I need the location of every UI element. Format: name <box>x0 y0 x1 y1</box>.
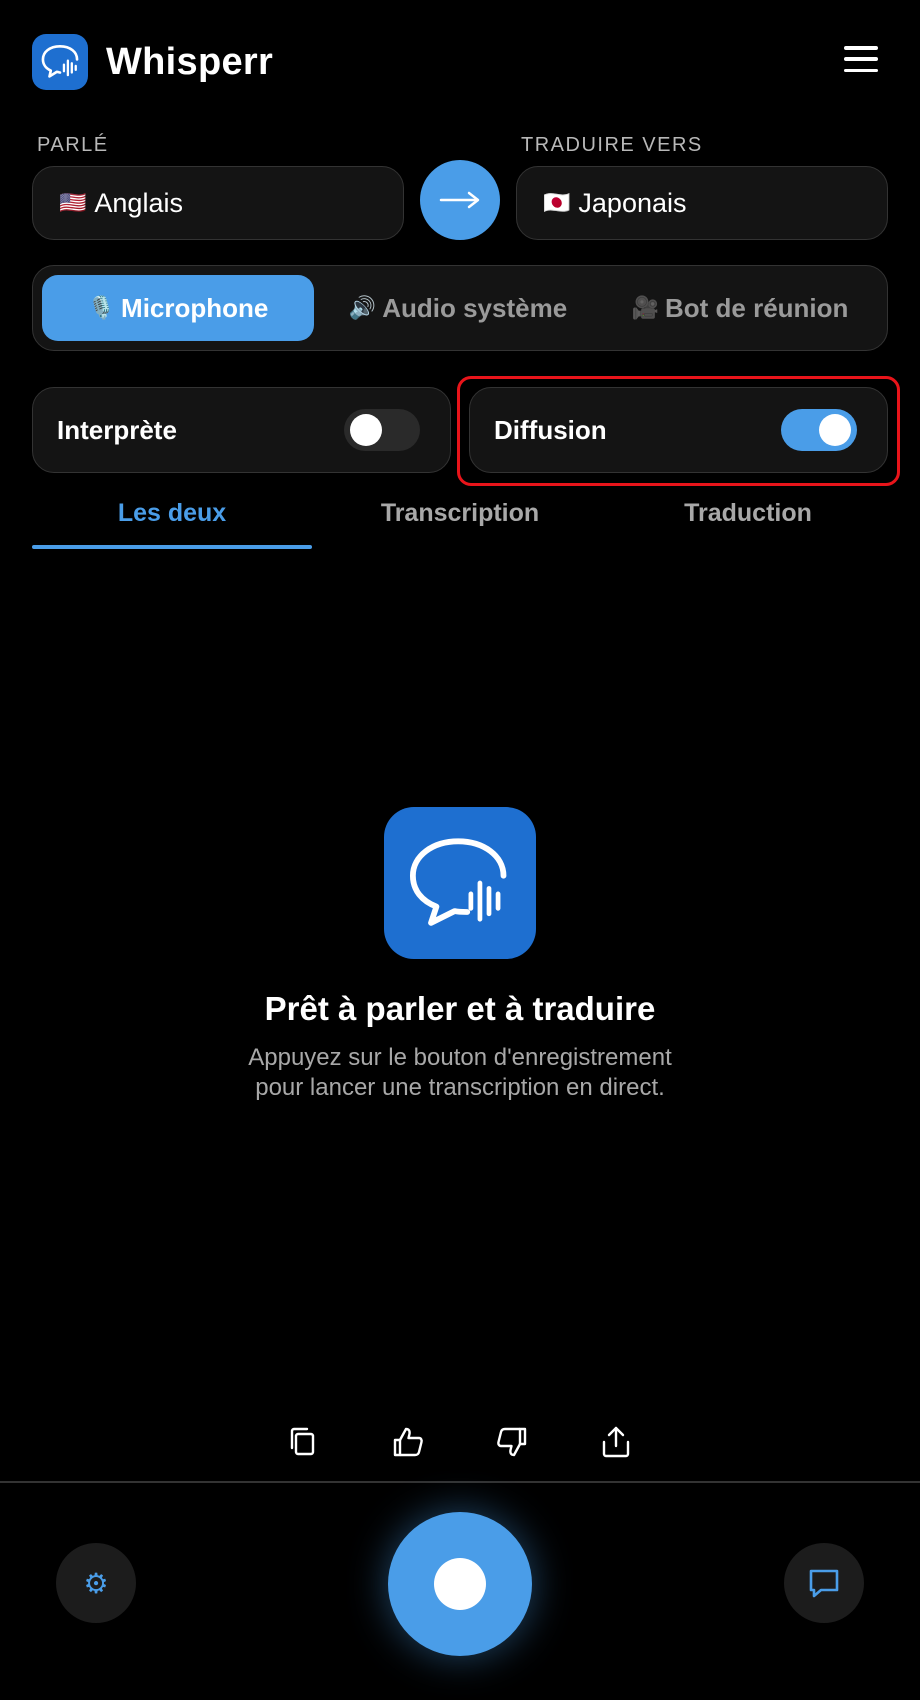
source-system-audio-button[interactable]: 🔊 Audio système <box>322 275 594 341</box>
us-flag-icon: 🇺🇸 <box>59 190 87 215</box>
interpreter-toggle-card: Interprète <box>32 387 451 473</box>
settings-button[interactable]: ⚙ <box>56 1543 136 1623</box>
source-microphone-button[interactable]: 🎙️ Microphone <box>42 275 314 341</box>
arrow-right-icon <box>439 191 480 209</box>
microphone-icon: 🎙️ <box>87 295 116 320</box>
target-language-select[interactable]: 🇯🇵 Japonais <box>516 166 888 240</box>
share-icon[interactable] <box>594 1420 638 1464</box>
chat-wave-icon <box>32 34 88 90</box>
source-system-audio-label: Audio système <box>382 292 568 323</box>
thumbs-up-icon[interactable] <box>386 1420 430 1464</box>
app-header: Whisperr <box>32 34 888 90</box>
target-language-label: TRADUIRE VERS <box>521 134 703 156</box>
source-language-value: Anglais <box>94 187 183 218</box>
source-language-label: PARLÉ <box>37 134 109 156</box>
chat-button[interactable] <box>784 1543 864 1623</box>
tab-both[interactable]: Les deux <box>32 496 312 550</box>
empty-state-description: Appuyez sur le bouton d'enregistrement p… <box>248 1044 672 1101</box>
record-icon <box>434 1558 486 1610</box>
gear-icon: ⚙ <box>83 1567 109 1599</box>
empty-state-title: Prêt à parler et à traduire <box>264 990 656 1027</box>
japan-flag-icon: 🇯🇵 <box>543 190 571 215</box>
target-language-value: Japonais <box>578 187 687 218</box>
chat-icon <box>809 1569 839 1598</box>
record-button[interactable] <box>388 1512 532 1656</box>
copy-icon[interactable] <box>280 1420 324 1464</box>
bottom-divider <box>0 1481 920 1483</box>
active-tab-indicator <box>32 545 312 549</box>
audio-source-selector: 🎙️ Microphone 🔊 Audio système 🎥 Bot de r… <box>32 265 888 351</box>
thumbs-down-icon[interactable] <box>490 1420 534 1464</box>
tab-translation[interactable]: Traduction <box>608 496 888 550</box>
interpreter-label: Interprète <box>57 414 177 445</box>
hamburger-icon[interactable] <box>844 46 878 72</box>
tab-transcription[interactable]: Transcription <box>320 496 600 550</box>
swap-languages-button[interactable] <box>420 160 500 240</box>
app-logo-icon <box>384 807 536 959</box>
app-title: Whisperr <box>106 40 274 83</box>
highlight-box <box>457 376 900 486</box>
video-camera-icon: 🎥 <box>631 295 659 320</box>
source-microphone-label: Microphone <box>121 292 269 323</box>
speaker-icon: 🔊 <box>348 295 377 320</box>
source-meeting-bot-label: Bot de réunion <box>664 292 849 323</box>
interpreter-switch[interactable] <box>344 409 420 451</box>
source-meeting-bot-button[interactable]: 🎥 Bot de réunion <box>602 275 878 341</box>
source-language-select[interactable]: 🇺🇸 Anglais <box>32 166 404 240</box>
